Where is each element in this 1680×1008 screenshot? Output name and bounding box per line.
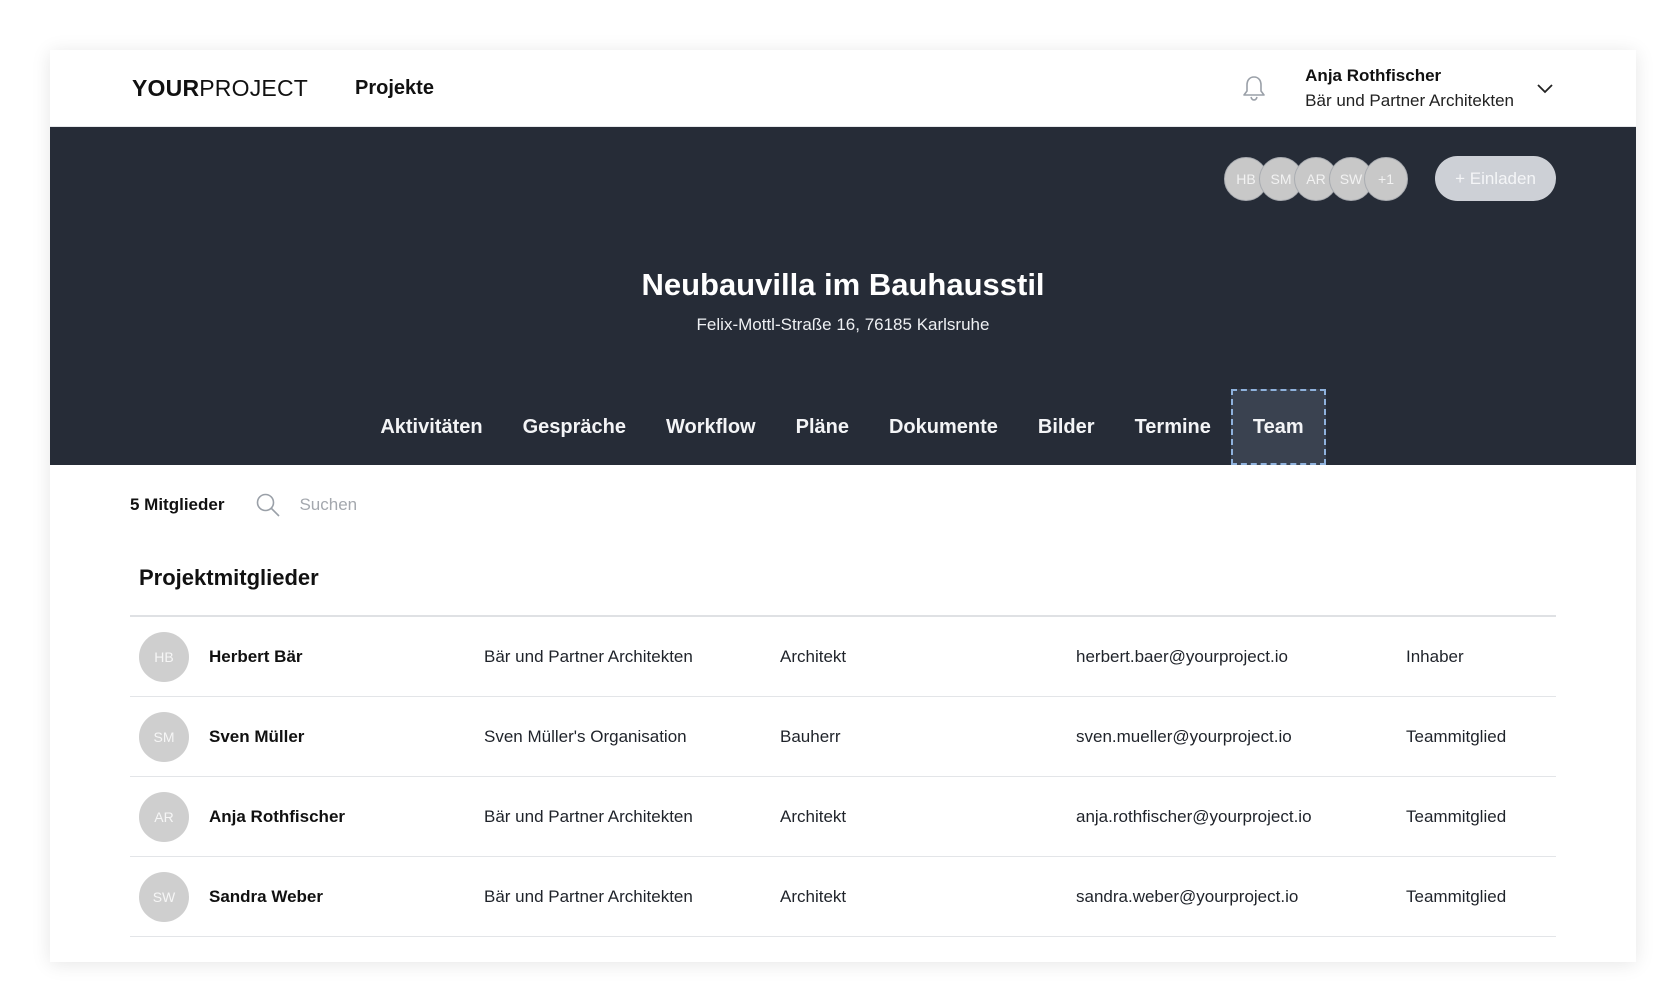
table-row[interactable]: HB Herbert Bär Bär und Partner Architekt…	[130, 617, 1556, 697]
project-title: Neubauvilla im Bauhausstil	[641, 267, 1045, 302]
member-org: Bär und Partner Architekten	[484, 806, 693, 826]
member-permission: Inhaber	[1406, 646, 1464, 666]
member-count: 5 Mitglieder	[130, 495, 225, 514]
member-name: Sandra Weber	[209, 886, 324, 906]
nav-projects-link[interactable]: Projekte	[355, 77, 434, 100]
project-header: HB SM AR SW +1 + Einladen Neubauvilla im…	[50, 127, 1636, 465]
row-content: Sandra Weber Bär und Partner Architekten…	[189, 857, 1556, 937]
avatar: HB	[139, 631, 189, 682]
tab-aktivitaeten[interactable]: Aktivitäten	[360, 389, 502, 465]
member-name: Herbert Bär	[209, 646, 303, 666]
avatar-more[interactable]: +1	[1364, 157, 1408, 201]
member-email: herbert.baer@yourproject.io	[1076, 646, 1288, 666]
tab-team[interactable]: Team	[1230, 389, 1326, 465]
row-content: Anja Rothfischer Bär und Partner Archite…	[189, 777, 1556, 857]
app-window: YOURPROJECT Projekte Anja Rothfischer Bä…	[50, 50, 1636, 962]
row-content: Sven Müller Sven Müller's Organisation B…	[189, 697, 1556, 777]
user-name: Anja Rothfischer	[1305, 66, 1442, 85]
member-permission: Teammitglied	[1406, 806, 1507, 826]
logo-bold: YOUR	[132, 74, 200, 101]
chevron-down-icon[interactable]	[1536, 82, 1554, 94]
user-org: Bär und Partner Architekten	[1305, 91, 1514, 110]
table-row[interactable]: SW Sandra Weber Bär und Partner Architek…	[130, 857, 1556, 937]
member-role: Architekt	[780, 886, 847, 906]
member-permission: Teammitglied	[1406, 726, 1507, 746]
table-row[interactable]: SM Sven Müller Sven Müller's Organisatio…	[130, 697, 1556, 777]
tab-bilder[interactable]: Bilder	[1018, 389, 1115, 465]
tab-gespraeche[interactable]: Gespräche	[503, 389, 646, 465]
member-name: Anja Rothfischer	[209, 806, 346, 826]
table-row[interactable]: AR Anja Rothfischer Bär und Partner Arch…	[130, 777, 1556, 857]
tab-termine[interactable]: Termine	[1115, 389, 1231, 465]
top-bar: YOURPROJECT Projekte Anja Rothfischer Bä…	[50, 50, 1636, 127]
member-org: Bär und Partner Architekten	[484, 886, 693, 906]
member-name: Sven Müller	[209, 726, 305, 746]
member-role: Architekt	[780, 646, 847, 666]
members-table: HB Herbert Bär Bär und Partner Architekt…	[130, 615, 1556, 937]
project-tabs: Aktivitäten Gespräche Workflow Pläne Dok…	[50, 389, 1636, 465]
member-org: Bär und Partner Architekten	[484, 646, 693, 666]
member-permission: Teammitglied	[1406, 886, 1507, 906]
member-email: sven.mueller@yourproject.io	[1076, 726, 1292, 746]
member-role: Architekt	[780, 806, 847, 826]
logo-light: PROJECT	[199, 74, 309, 101]
section-title: Projektmitglieder	[139, 565, 319, 590]
avatar: SW	[139, 871, 189, 922]
member-role: Bauherr	[780, 726, 841, 746]
member-email: sandra.weber@yourproject.io	[1076, 886, 1299, 906]
tab-plaene[interactable]: Pläne	[776, 389, 869, 465]
user-menu[interactable]: Anja Rothfischer Bär und Partner Archite…	[1305, 63, 1514, 113]
tab-workflow[interactable]: Workflow	[646, 389, 776, 465]
project-address: Felix-Mottl-Straße 16, 76185 Karlsruhe	[696, 315, 990, 334]
bell-icon[interactable]	[1241, 74, 1267, 102]
search-input[interactable]	[297, 494, 602, 516]
invite-button[interactable]: + Einladen	[1435, 156, 1556, 201]
logo[interactable]: YOURPROJECT	[132, 75, 308, 102]
member-avatars[interactable]: HB SM AR SW +1	[1224, 156, 1408, 202]
member-org: Sven Müller's Organisation	[484, 726, 687, 746]
row-content: Herbert Bär Bär und Partner Architekten …	[189, 617, 1556, 697]
members-toolbar: 5 Mitglieder	[50, 465, 1636, 545]
member-email: anja.rothfischer@yourproject.io	[1076, 806, 1312, 826]
tab-dokumente[interactable]: Dokumente	[869, 389, 1018, 465]
avatar: SM	[139, 711, 189, 762]
search-icon	[257, 493, 281, 517]
avatar: AR	[139, 791, 189, 842]
